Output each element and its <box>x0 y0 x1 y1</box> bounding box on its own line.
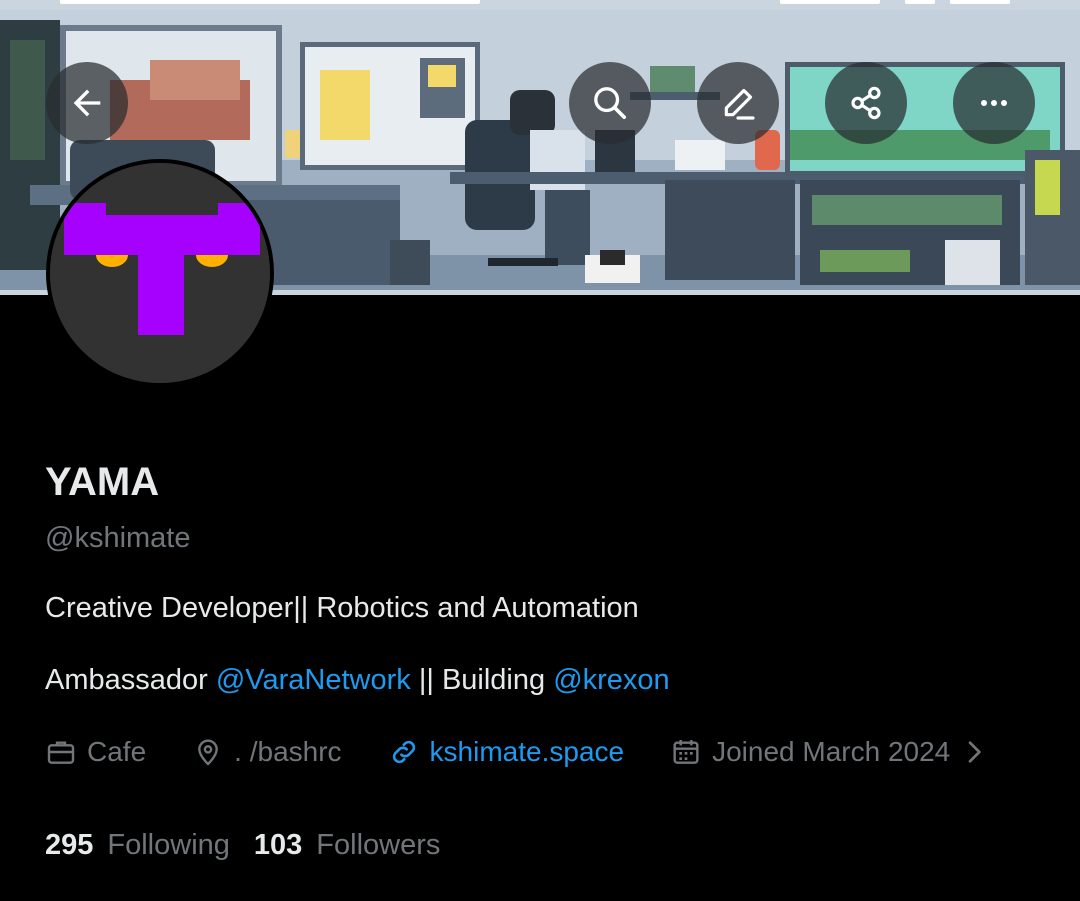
map-pin-icon <box>198 739 219 766</box>
profile-meta-row: Cafe . /bashrc kshimate.space Joined Mar… <box>45 734 990 770</box>
bio-text: || Building <box>410 664 554 696</box>
joined-label: Joined March 2024 <box>712 736 951 767</box>
link-icon <box>392 740 415 764</box>
calendar-icon <box>673 740 699 764</box>
briefcase-icon <box>47 741 75 764</box>
bio-text: Ambassador <box>45 664 216 696</box>
location-meta: . /bashrc <box>192 736 342 768</box>
status-bar <box>0 0 1080 10</box>
avatar-image <box>50 163 270 383</box>
more-button[interactable] <box>953 62 1035 144</box>
display-name: YAMA <box>45 460 160 504</box>
back-button[interactable] <box>46 62 128 144</box>
website-label[interactable]: kshimate.space <box>430 736 625 768</box>
more-horizontal-icon <box>981 100 1007 106</box>
avatar[interactable] <box>46 159 274 387</box>
bio-line-2: Ambassador @VaraNetwork || Building @kre… <box>45 664 670 697</box>
share-button[interactable] <box>825 62 907 144</box>
pencil-icon <box>724 88 755 120</box>
follow-stats: 295 Following 103 Followers <box>45 829 440 862</box>
following-label: Following <box>107 829 230 861</box>
search-icon <box>594 87 626 119</box>
followers-count: 103 <box>253 829 303 861</box>
mention-varanetwork-link[interactable]: @VaraNetwork <box>216 664 411 696</box>
edit-button[interactable] <box>697 62 779 144</box>
mention-krexon-link[interactable]: @krexon <box>553 664 669 696</box>
following-count: 295 <box>45 829 94 861</box>
search-button[interactable] <box>569 62 651 144</box>
followers-label: Followers <box>316 829 441 861</box>
bio-line-1: Creative Developer|| Robotics and Automa… <box>45 592 639 624</box>
joined-meta[interactable]: Joined March 2024 <box>670 736 990 768</box>
share-icon <box>851 86 881 120</box>
followers-stat[interactable]: 103 Followers <box>254 829 440 862</box>
chevron-right-icon[interactable] <box>958 736 990 768</box>
following-stat[interactable]: 295 Following <box>45 829 230 862</box>
work-meta: Cafe <box>45 736 146 768</box>
work-label: Cafe <box>87 736 147 767</box>
user-handle: @kshimate <box>45 522 191 554</box>
website-link[interactable]: kshimate.space <box>388 736 625 768</box>
location-label: . /bashrc <box>234 736 342 767</box>
arrow-left-icon <box>73 89 101 117</box>
